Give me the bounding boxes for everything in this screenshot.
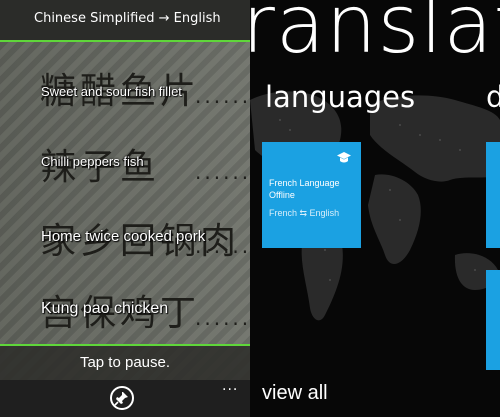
- language-header[interactable]: Chinese Simplified → English: [0, 0, 250, 42]
- french-language-tile[interactable]: French Language Offline French ⇆ English: [262, 142, 361, 248]
- translator-hub: ranslato languages d French Language Off…: [250, 0, 500, 417]
- translation-row: 糖醋鱼片 ...... Sweet and sour fish fillet: [0, 58, 250, 118]
- tile-language-name: French Language Offline: [269, 178, 340, 200]
- english-text: Sweet and sour fish fillet: [41, 84, 182, 99]
- next-section-header[interactable]: d: [486, 80, 500, 114]
- pause-label: Tap to pause.: [79, 354, 171, 371]
- english-text: Kung pao chicken: [41, 300, 169, 317]
- view-all-link[interactable]: view all: [262, 382, 328, 405]
- dotted-leader: ......: [195, 306, 250, 330]
- frame-top-line: [0, 40, 250, 42]
- pin-button[interactable]: [110, 386, 134, 410]
- more-button[interactable]: ...: [222, 378, 238, 394]
- tile-language-pair: French ⇆ English: [269, 208, 340, 218]
- graduation-cap-icon: [337, 152, 351, 163]
- translation-row: 宫保鸡丁 ...... Kung pao chicken: [0, 280, 250, 340]
- english-text: Home twice cooked pork: [41, 228, 206, 245]
- pause-banner[interactable]: Tap to pause.: [0, 346, 250, 380]
- translation-row: 家乡回锅肉 ...... Home twice cooked pork: [0, 208, 250, 268]
- translation-row: 辣子鱼 ...... Chilli peppers fish: [0, 134, 250, 194]
- english-text: Chilli peppers fish: [41, 154, 144, 169]
- pin-icon: [114, 392, 128, 406]
- partial-tile[interactable]: [486, 270, 500, 370]
- dotted-leader: ......: [195, 160, 250, 184]
- app-title: ranslato: [250, 0, 500, 71]
- language-pair-label: Chinese Simplified → English: [34, 11, 221, 26]
- languages-section-header[interactable]: languages: [265, 80, 415, 114]
- camera-view[interactable]: Chinese Simplified → English 糖醋鱼片 ......…: [0, 0, 250, 417]
- app-bar: ...: [0, 378, 250, 417]
- partial-tile[interactable]: [486, 142, 500, 248]
- dotted-leader: ......: [195, 84, 250, 108]
